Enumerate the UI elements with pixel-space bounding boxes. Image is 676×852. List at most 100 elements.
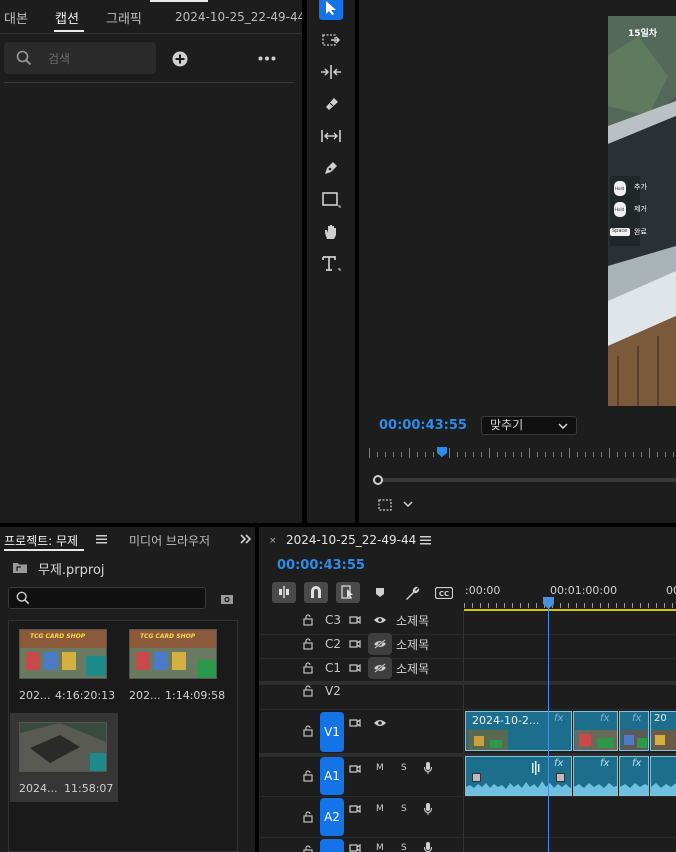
audio-clip[interactable]: fx [573,756,618,796]
timeline-playhead-line[interactable] [548,607,549,852]
lock-icon[interactable] [303,845,313,852]
eye-slash-icon [374,663,386,673]
zoom-scrollbar[interactable] [373,478,676,482]
ripple-edit-tool[interactable] [319,60,343,84]
lock-icon[interactable] [303,725,313,737]
lock-icon[interactable] [303,662,313,674]
track-target-a1[interactable]: A1 [320,757,344,795]
razor-tool[interactable] [319,92,343,116]
timeline-timecode[interactable]: 00:00:43:55 [277,558,365,573]
eye-hidden-toggle[interactable] [368,657,392,679]
clip-thumbnail [652,730,676,750]
lock-icon[interactable] [303,811,313,823]
solo-button[interactable]: S [401,763,407,773]
solo-button[interactable]: S [401,804,407,814]
track-target-a3[interactable] [320,839,344,852]
tab-script[interactable]: 대본 [4,8,28,27]
fx-badge: fx [600,713,610,724]
camera-icon[interactable] [349,615,361,625]
slip-tool[interactable] [319,124,343,148]
audio-clip[interactable] [650,756,676,796]
solo-button[interactable]: S [401,843,407,852]
close-tab-icon[interactable]: × [269,536,277,546]
microphone-icon[interactable] [423,802,433,816]
add-caption-icon[interactable] [172,51,188,67]
camera-icon[interactable] [349,663,361,673]
lock-icon[interactable] [303,638,313,650]
lock-icon[interactable] [303,685,313,697]
audio-clip[interactable]: fx [619,756,649,796]
selection-tool[interactable] [319,0,343,20]
folder-up-icon[interactable] [12,560,28,574]
program-time-ruler[interactable] [369,446,676,460]
linked-selection-button[interactable] [336,582,360,603]
panel-menu-icon[interactable] [96,535,107,544]
video-clip[interactable]: fx [573,711,618,751]
media-thumbnail[interactable]: TCG CARD SHOP [129,629,217,679]
program-timecode[interactable]: 00:00:43:55 [379,418,467,433]
scrollbar-handle[interactable] [373,475,383,485]
fit-zoom-dropdown[interactable]: 맞추기 [481,416,577,435]
lock-icon[interactable] [303,614,313,626]
rectangle-tool[interactable] [319,188,343,212]
pen-tool[interactable] [319,156,343,180]
search-field[interactable]: 검색 [4,42,156,74]
media-thumbnail[interactable]: TCG CARD SHOP [19,629,107,679]
wrench-icon[interactable] [404,585,420,601]
double-chevron-right-icon[interactable] [240,534,252,544]
tab-sequence[interactable]: 2024-10-25_22-49-44 [175,10,302,24]
mute-button[interactable]: M [376,804,384,814]
camera-icon[interactable] [349,843,361,852]
audio-keyframe[interactable] [472,773,481,782]
ruler-tick [592,603,593,608]
project-search-input[interactable] [8,587,206,609]
ruler-tick [457,452,458,457]
microphone-icon[interactable] [423,841,433,852]
tools-panel [307,0,355,523]
tab-graphics[interactable]: 그래픽 [106,8,142,27]
track-target-v1[interactable]: V1 [320,712,344,752]
microphone-icon[interactable] [423,761,433,775]
track-target-a2[interactable]: A2 [320,798,344,836]
eye-hidden-toggle[interactable] [368,633,392,655]
mute-button[interactable]: M [376,843,384,852]
timeline-panel: × 2024-10-25_22-49-44 00:00:43:55 CC :00… [259,527,676,852]
mute-button[interactable]: M [376,763,384,773]
captions-cc-icon[interactable]: CC [435,587,453,599]
type-tool[interactable] [319,252,343,276]
snap-button[interactable] [304,582,328,603]
media-thumbnail[interactable] [19,722,107,772]
insert-nest-button[interactable] [272,582,296,603]
video-clip[interactable]: 20 [650,711,676,751]
tab-captions[interactable]: 캡션 [55,8,79,27]
program-video-frame[interactable]: 15일차 Hold 추가 Hold 제거 Space 완료 [608,16,676,406]
camera-icon[interactable] [349,764,361,774]
sequence-tab[interactable]: 2024-10-25_22-49-44 [286,533,416,547]
lock-icon[interactable] [303,770,313,782]
video-clip[interactable]: 2024-10-2... fx [465,711,572,751]
video-clip[interactable]: fx [619,711,649,751]
fx-badge: fx [554,713,564,724]
hand-tool[interactable] [319,220,343,244]
playhead-marker[interactable] [436,446,448,458]
tab-media-browser[interactable]: 미디어 브라우저 [129,532,210,549]
eye-icon[interactable] [373,718,387,728]
panel-menu-icon[interactable] [420,536,431,545]
camera-icon[interactable] [349,639,361,649]
tab-project[interactable]: 프로젝트: 무제 [4,532,78,549]
eye-icon[interactable] [373,615,387,625]
add-marker-icon[interactable] [375,587,385,598]
audio-clip[interactable]: fx [465,756,572,796]
ruler-tick [528,603,529,608]
camera-icon[interactable] [349,718,361,728]
thumbnail-title: TCG CARD SHOP [30,633,86,640]
track-select-tool[interactable] [319,28,343,52]
more-options-icon[interactable] [258,56,276,61]
audio-keyframe[interactable] [556,773,565,782]
clip-label: 2024-10-2... [472,714,540,727]
ruler-tick [449,448,450,458]
safe-margins-icon[interactable] [377,498,393,512]
chevron-down-icon[interactable] [403,501,413,507]
find-folder-icon[interactable] [220,593,234,605]
camera-icon[interactable] [349,804,361,814]
